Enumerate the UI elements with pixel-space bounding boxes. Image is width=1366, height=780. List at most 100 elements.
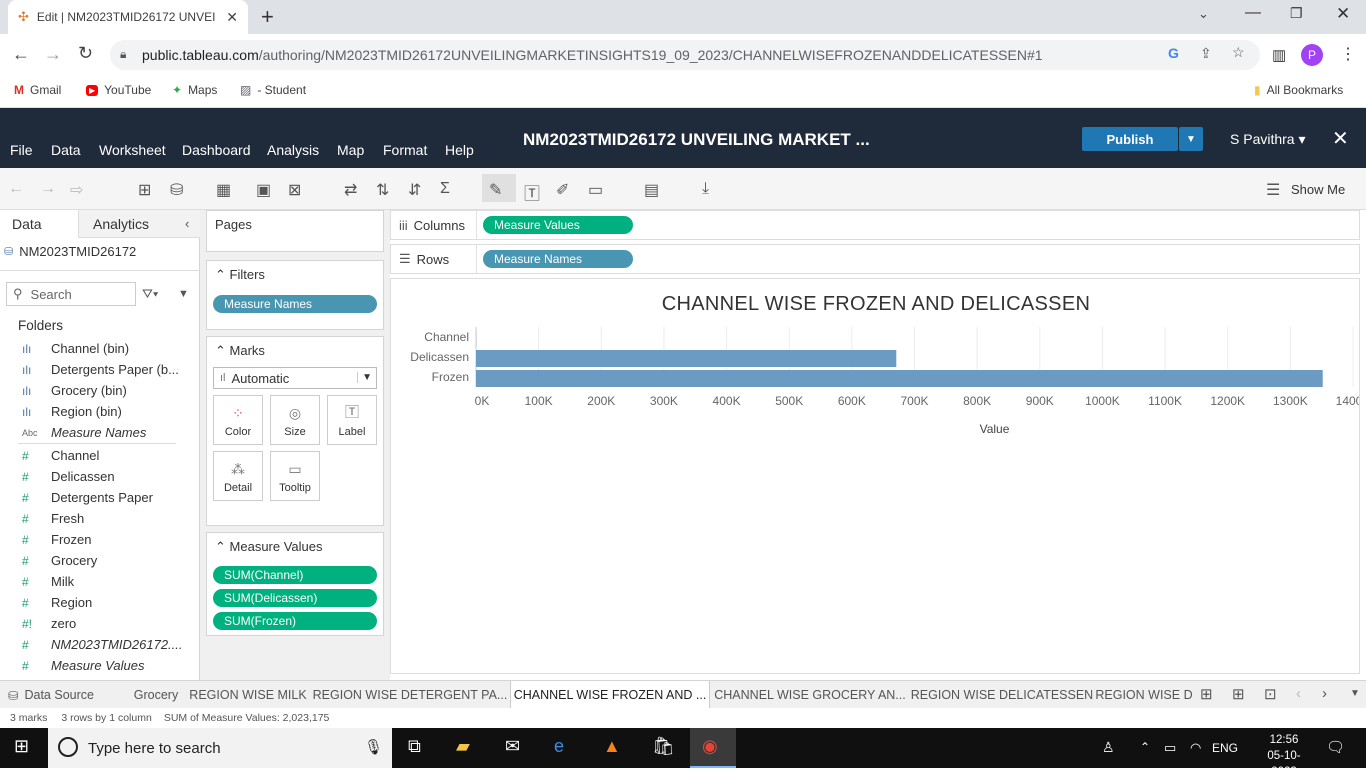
filter-pill-measure-names[interactable]: Measure Names — [213, 295, 377, 313]
task-view-icon[interactable]: ⧉ — [408, 736, 421, 757]
collapse-icon[interactable]: ⌃ — [215, 267, 226, 282]
new-datasource-icon[interactable]: ⊞ — [138, 180, 151, 200]
tab-data[interactable]: Data — [0, 210, 78, 238]
bookmark-star-icon[interactable]: ☆ — [1232, 44, 1245, 61]
filters-card[interactable]: ⌃ Filters Measure Names — [206, 260, 384, 330]
dimension-field[interactable]: AbcMeasure Names — [0, 422, 200, 443]
scroll-right-icon[interactable]: › — [1322, 685, 1327, 702]
datasource-icon[interactable]: ⛁ — [170, 180, 183, 200]
collapse-pane-icon[interactable]: ‹ — [185, 216, 189, 231]
back-icon[interactable]: ← — [12, 44, 30, 65]
bookmark-youtube[interactable]: ▶YouTube — [86, 83, 151, 97]
rows-shelf[interactable]: ☰Rows Measure Names — [390, 244, 1360, 274]
browser-menu-icon[interactable]: ⋮ — [1340, 44, 1356, 64]
bar-frozen[interactable] — [476, 370, 1323, 387]
file-explorer-icon[interactable]: ▰ — [456, 736, 470, 757]
new-worksheet-tab-icon[interactable]: ⊞ — [1200, 685, 1213, 703]
scroll-left-icon[interactable]: ‹ — [1296, 685, 1301, 702]
sheet-tab[interactable]: REGION WISE D — [1094, 681, 1194, 709]
forward-icon[interactable]: → — [44, 44, 62, 65]
reload-icon[interactable]: ↻ — [78, 43, 93, 64]
battery-icon[interactable]: ▭ — [1164, 740, 1176, 756]
sheet-tab[interactable]: REGION WISE DETERGENT PA... — [310, 681, 510, 709]
new-worksheet-icon[interactable]: ▦ — [216, 180, 231, 200]
edge-icon[interactable]: e — [554, 736, 564, 757]
people-icon[interactable]: ♙ — [1102, 739, 1115, 756]
publish-button[interactable]: Publish — [1082, 127, 1178, 151]
new-dashboard-tab-icon[interactable]: ⊞ — [1232, 685, 1245, 703]
measure-field[interactable]: #Delicassen — [0, 466, 200, 487]
pane-menu-icon[interactable]: ▼ — [178, 288, 189, 300]
profile-avatar[interactable]: P — [1301, 44, 1323, 66]
pages-card[interactable]: Pages — [206, 210, 384, 252]
language-indicator[interactable]: ENG — [1212, 741, 1238, 755]
chrome-taskbar-button[interactable]: ◉ — [690, 728, 736, 768]
menu-dashboard[interactable]: Dashboard — [182, 142, 251, 158]
wifi-icon[interactable]: ◠ — [1190, 740, 1201, 756]
store-icon[interactable]: 🛍︎ — [652, 736, 675, 757]
measure-pill-channel[interactable]: SUM(Channel) — [213, 566, 377, 584]
address-bar[interactable]: 🔒︎ public.tableau.com/authoring/NM2023TM… — [110, 40, 1260, 70]
taskbar-search-input[interactable]: Type here to search 🎙︎ — [48, 728, 392, 768]
bookmark-gmail[interactable]: MGmail — [14, 83, 61, 97]
sheet-tab[interactable]: CHANNEL WISE FROZEN AND ... — [510, 681, 710, 709]
bar-delicassen[interactable] — [476, 350, 896, 367]
measure-field[interactable]: #Detergents Paper — [0, 487, 200, 508]
measure-pill-frozen[interactable]: SUM(Frozen) — [213, 612, 377, 630]
filter-fields-icon[interactable]: ⛛▾ — [142, 286, 158, 302]
measure-field[interactable]: #Channel — [0, 445, 200, 466]
show-me-label[interactable]: Show Me — [1291, 182, 1345, 197]
measure-field[interactable]: #Measure Values — [0, 655, 200, 676]
close-editor-icon[interactable]: ✕ — [1332, 126, 1349, 151]
rows-pill-measure-names[interactable]: Measure Names — [483, 250, 633, 268]
user-menu[interactable]: S Pavithra ▾ — [1230, 131, 1306, 148]
sort-desc-icon[interactable]: ⇵ — [408, 180, 421, 200]
google-icon[interactable]: G — [1168, 45, 1179, 61]
clear-sheet-icon[interactable]: ⊠ — [288, 180, 301, 200]
close-tab-icon[interactable]: ✕ — [226, 9, 238, 26]
new-story-tab-icon[interactable]: ⊡ — [1264, 685, 1277, 703]
tray-chevron-icon[interactable]: ⌃ — [1140, 740, 1150, 754]
marks-size-button[interactable]: ◎Size — [270, 395, 320, 445]
download-icon[interactable]: ⤓ — [702, 180, 709, 198]
undo-icon[interactable]: ← — [8, 180, 24, 198]
publish-dropdown-icon[interactable]: ▼ — [1179, 127, 1203, 151]
bookmark-maps[interactable]: ✦Maps — [172, 83, 217, 97]
menu-map[interactable]: Map — [337, 142, 364, 158]
datasource-item[interactable]: ⛁NM2023TMID26172 — [4, 244, 136, 259]
menu-format[interactable]: Format — [383, 142, 427, 158]
columns-pill-measure-values[interactable]: Measure Values — [483, 216, 633, 234]
tab-search-icon[interactable]: ⌄ — [1198, 6, 1209, 22]
collapse-icon[interactable]: ⌃ — [215, 539, 226, 554]
microphone-icon[interactable]: 🎙︎ — [364, 738, 383, 756]
clock[interactable]: 12:56 05-10-2023 — [1256, 732, 1312, 780]
measure-field[interactable]: #!zero — [0, 613, 200, 634]
dimension-field[interactable]: ılıChannel (bin) — [0, 338, 200, 359]
all-bookmarks[interactable]: ▮All Bookmarks — [1254, 83, 1343, 97]
data-source-tab[interactable]: ⛁Data Source — [8, 681, 94, 709]
vlc-icon[interactable]: ▲ — [603, 736, 621, 757]
sheet-tab[interactable]: CHANNEL WISE GROCERY AN... — [710, 681, 910, 709]
presentation-icon[interactable]: ▤ — [644, 180, 659, 200]
sheet-tab[interactable]: Grocery — [126, 681, 186, 709]
window-close-icon[interactable]: ✕ — [1336, 4, 1350, 24]
swap-icon[interactable]: ⇄ — [344, 180, 357, 200]
tab-analytics[interactable]: Analytics‹ — [78, 210, 200, 238]
menu-help[interactable]: Help — [445, 142, 474, 158]
fit-icon[interactable]: ▭ — [588, 180, 603, 200]
replay-icon[interactable]: ⇨ — [70, 180, 83, 200]
measure-field[interactable]: #Milk — [0, 571, 200, 592]
new-tab-icon[interactable]: + — [261, 4, 274, 30]
collapse-icon[interactable]: ⌃ — [215, 343, 226, 358]
menu-file[interactable]: File — [10, 142, 33, 158]
mail-icon[interactable]: ✉ — [505, 736, 520, 757]
minimize-icon[interactable]: — — [1245, 4, 1261, 22]
menu-data[interactable]: Data — [51, 142, 81, 158]
mark-type-select[interactable]: ılAutomatic▼ — [213, 367, 377, 389]
marks-tooltip-button[interactable]: ▭Tooltip — [270, 451, 320, 501]
side-panel-icon[interactable]: ▥ — [1272, 46, 1286, 64]
marks-detail-button[interactable]: ⁂Detail — [213, 451, 263, 501]
menu-analysis[interactable]: Analysis — [267, 142, 319, 158]
windows-start-icon[interactable]: ⊞ — [14, 736, 29, 757]
browser-tab[interactable]: ✣ Edit | NM2023TMID26172 UNVEI ✕ — [8, 0, 248, 34]
